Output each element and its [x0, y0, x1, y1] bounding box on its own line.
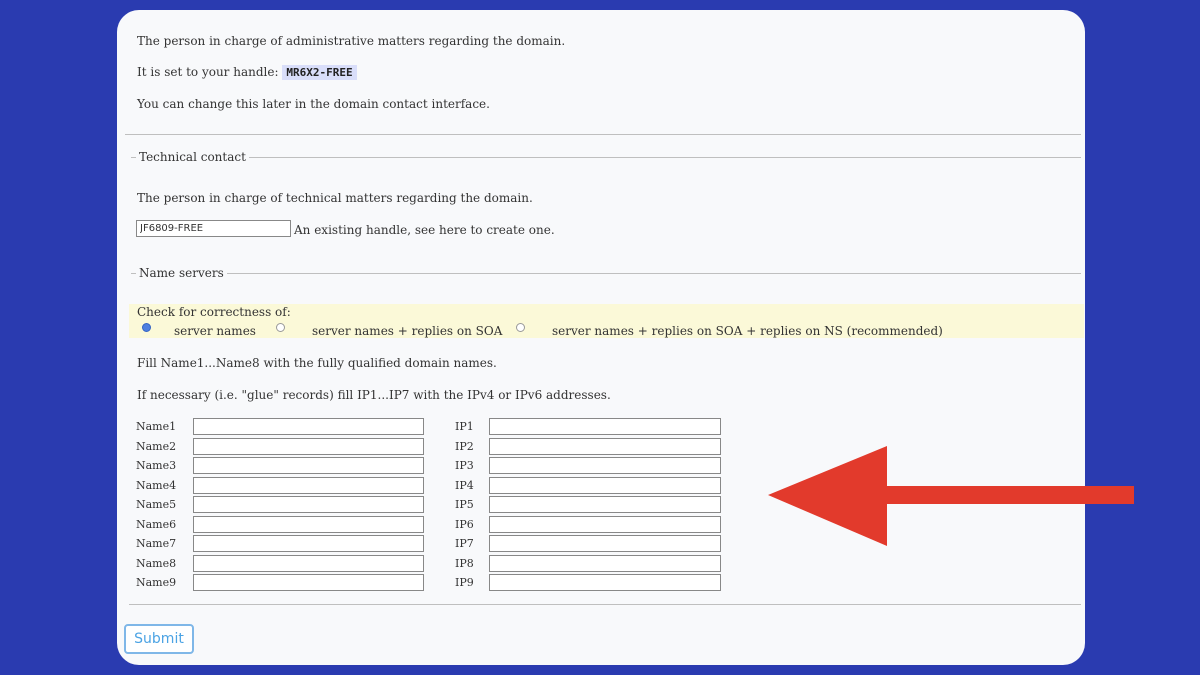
arrow-head [768, 446, 887, 546]
red-arrow-annotation [768, 446, 1134, 546]
arrow-shaft [860, 486, 1134, 504]
